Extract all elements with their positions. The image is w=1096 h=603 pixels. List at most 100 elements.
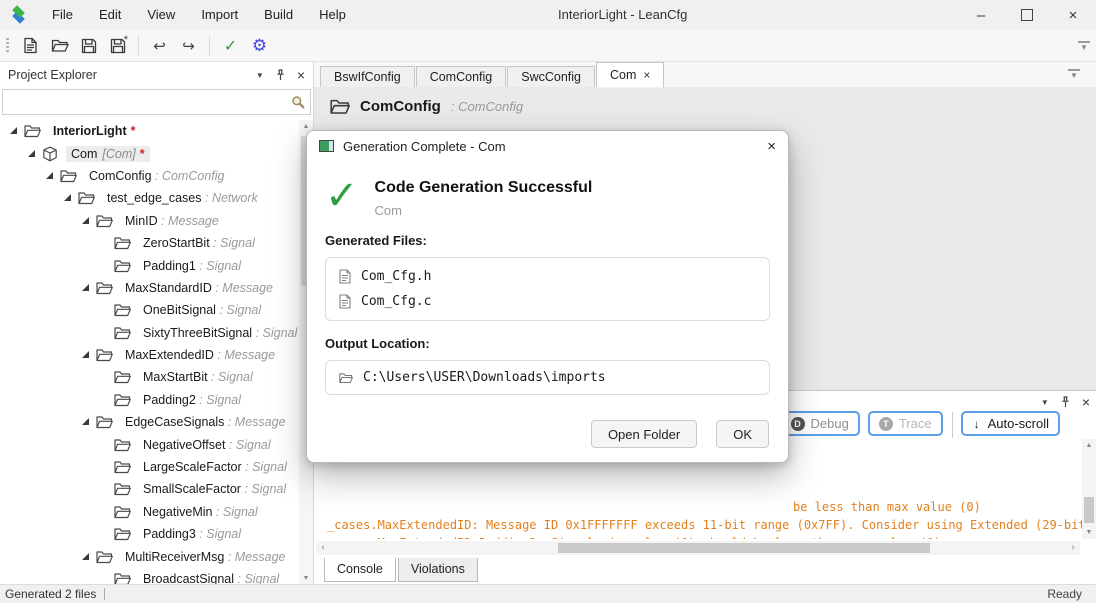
editor-tab[interactable]: ComConfig × — [416, 66, 507, 87]
tree-item[interactable]: ZeroStartBit Signal — [0, 232, 299, 254]
tree-item[interactable]: test_edge_cases Network — [0, 187, 299, 209]
tree-item[interactable]: Com [Com] * — [0, 142, 299, 164]
tree-item-label: ComConfig — [89, 169, 152, 183]
console-vertical-scrollbar[interactable]: ▲ ▼ — [1082, 439, 1096, 539]
ok-button[interactable]: OK — [716, 420, 769, 448]
save-all-button[interactable]: * — [104, 33, 131, 59]
tab-list-icon[interactable]: ▼ — [1068, 69, 1080, 78]
project-tree: InteriorLight * Com [Com] * — [0, 120, 299, 585]
console-horizontal-scrollbar[interactable]: ‹ › — [316, 541, 1080, 555]
tree-item[interactable]: NegativeOffset Signal — [0, 433, 299, 455]
tree-item[interactable]: EdgeCaseSignals Message — [0, 411, 299, 433]
tree-item[interactable]: OneBitSignal Signal — [0, 299, 299, 321]
tree-item[interactable]: Padding1 Signal — [0, 254, 299, 276]
tree-item[interactable]: SmallScaleFactor Signal — [0, 478, 299, 500]
toolbar: * ↩ ↪ ✓ ⚙ ▼ — [0, 30, 1096, 62]
open-project-button[interactable] — [46, 33, 73, 59]
menu-item[interactable]: Edit — [86, 0, 134, 30]
tree-item-label: ZeroStartBit — [143, 236, 210, 250]
tree-item[interactable]: MaxStartBit Signal — [0, 366, 299, 388]
log-filter-button[interactable]: D Debug — [780, 411, 860, 436]
tree-item-type: Signal — [225, 438, 270, 452]
folder-icon — [24, 124, 41, 138]
undo-button[interactable]: ↩ — [146, 33, 173, 59]
tree-item[interactable]: NegativeMin Signal — [0, 501, 299, 523]
new-file-button[interactable] — [17, 33, 44, 59]
folder-icon — [96, 415, 113, 429]
toolbar-grip-handle[interactable] — [6, 38, 9, 54]
window-title: InteriorLight - LeanCfg — [558, 0, 687, 30]
bottom-tab[interactable]: Console — [324, 558, 396, 582]
modified-star: * — [131, 124, 136, 138]
menu-item[interactable]: File — [39, 0, 86, 30]
minimize-button[interactable]: – — [958, 0, 1004, 30]
scroll-down-icon: ▼ — [1082, 529, 1096, 536]
tree-expander-icon[interactable] — [80, 416, 92, 428]
tree-item-label: EdgeCaseSignals — [125, 415, 224, 429]
toolbar-separator — [138, 36, 139, 56]
folder-icon — [114, 527, 131, 541]
log-filter-button[interactable]: T Trace — [868, 411, 943, 436]
tree-expander-icon[interactable] — [44, 170, 56, 182]
close-button[interactable]: × — [1050, 0, 1096, 30]
pin-icon[interactable] — [275, 69, 286, 81]
generate-button[interactable]: ⚙ — [246, 33, 273, 59]
scrollbar-thumb[interactable] — [1084, 497, 1094, 523]
tree-item[interactable]: SixtyThreeBitSignal Signal — [0, 322, 299, 344]
maximize-button[interactable] — [1004, 0, 1050, 30]
tree-item[interactable]: MaxStandardID Message — [0, 277, 299, 299]
tree-item[interactable]: Padding3 Signal — [0, 523, 299, 545]
dialog-close-icon[interactable]: × — [767, 138, 776, 155]
tree-expander-icon[interactable] — [26, 148, 38, 160]
tree-item[interactable]: MinID Message — [0, 210, 299, 232]
menu-item[interactable]: Import — [188, 0, 251, 30]
output-location-label: Output Location: — [325, 336, 770, 351]
tree-expander-icon[interactable] — [80, 349, 92, 361]
editor-tab[interactable]: SwcConfig × — [507, 66, 595, 87]
save-button[interactable] — [75, 33, 102, 59]
tree-item[interactable]: MaxExtendedID Message — [0, 344, 299, 366]
scroll-up-icon: ▲ — [1082, 442, 1096, 449]
folder-icon — [114, 236, 131, 250]
scrollbar-thumb[interactable] — [558, 543, 930, 553]
generated-file-item[interactable]: Com_Cfg.h — [339, 269, 756, 284]
redo-button[interactable]: ↪ — [175, 33, 202, 59]
check-icon: ✓ — [224, 36, 237, 56]
tree-item[interactable]: Padding2 Signal — [0, 389, 299, 411]
toolbar-overflow-icon[interactable]: ▼ — [1078, 41, 1090, 50]
search-input[interactable] — [3, 90, 291, 114]
editor-tab[interactable]: BswIfConfig × — [320, 66, 415, 87]
menu-item[interactable]: View — [134, 0, 188, 30]
filter-label: Auto-scroll — [988, 416, 1049, 431]
validate-button[interactable]: ✓ — [217, 33, 244, 59]
tree-expander-icon[interactable] — [62, 192, 74, 204]
pin-icon[interactable] — [1060, 396, 1071, 408]
tree-item-label: Padding2 — [143, 393, 196, 407]
log-filter-button[interactable]: ↓ Auto-scroll — [961, 411, 1060, 436]
tree-expander-icon[interactable] — [8, 125, 20, 137]
editor-tab[interactable]: Com × — [596, 62, 664, 88]
panel-menu-icon[interactable]: ▼ — [256, 71, 264, 80]
tree-item[interactable]: BroadcastSignal Signal — [0, 568, 299, 585]
open-folder-button[interactable]: Open Folder — [591, 420, 697, 448]
tree-item[interactable]: MultiReceiverMsg Message — [0, 545, 299, 567]
tree-item[interactable]: ComConfig ComConfig — [0, 165, 299, 187]
tree-expander-icon[interactable] — [80, 282, 92, 294]
generated-file-item[interactable]: Com_Cfg.c — [339, 294, 756, 309]
tree-item[interactable]: InteriorLight * — [0, 120, 299, 142]
search-icon[interactable] — [291, 95, 305, 109]
tree-item[interactable]: LargeScaleFactor Signal — [0, 456, 299, 478]
tree-expander-icon[interactable] — [80, 215, 92, 227]
folder-icon — [114, 326, 131, 340]
panel-close-icon[interactable]: × — [1082, 395, 1090, 409]
document-type: ComConfig — [451, 99, 523, 114]
tab-close-icon[interactable]: × — [643, 68, 650, 82]
bottom-tab[interactable]: Violations — [398, 558, 478, 582]
menu-item[interactable]: Build — [251, 0, 306, 30]
tree-expander-icon[interactable] — [80, 551, 92, 563]
filter-badge-icon: ↓ — [972, 417, 982, 431]
folder-icon — [114, 460, 131, 474]
panel-menu-icon[interactable]: ▼ — [1041, 398, 1049, 407]
panel-close-icon[interactable]: × — [297, 68, 305, 82]
menu-item[interactable]: Help — [306, 0, 359, 30]
